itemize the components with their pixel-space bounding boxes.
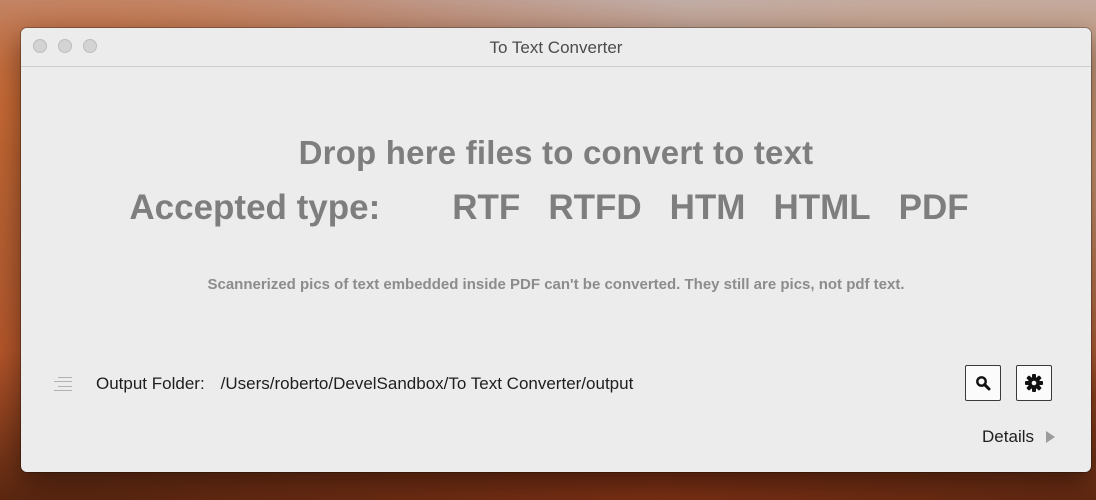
- window-title: To Text Converter: [489, 38, 623, 57]
- pdf-limitation-note: Scannerized pics of text embedded inside…: [207, 276, 905, 293]
- search-button[interactable]: [965, 365, 1001, 401]
- accepted-types-line: Accepted type: RTF RTFD HTM HTML PDF: [21, 188, 1091, 228]
- accepted-types-label: Accepted type:: [129, 188, 381, 227]
- output-folder-path: /Users/roberto/DevelSandbox/To Text Conv…: [220, 374, 634, 393]
- file-type-rtf: RTF: [452, 188, 521, 227]
- file-type-rtfd: RTFD: [548, 188, 642, 227]
- file-type-html: HTML: [773, 188, 871, 227]
- settings-button[interactable]: [1016, 365, 1052, 401]
- drop-zone-headline: Drop here files to convert to text: [298, 134, 814, 171]
- list-icon[interactable]: [54, 377, 72, 391]
- output-folder-label: Output Folder:: [96, 374, 205, 393]
- disclosure-triangle-icon: [1046, 431, 1055, 443]
- details-disclosure[interactable]: Details: [982, 427, 1055, 447]
- file-type-pdf: PDF: [898, 188, 969, 227]
- search-icon: [976, 376, 991, 391]
- title-bar[interactable]: To Text Converter: [21, 28, 1091, 67]
- file-type-htm: HTM: [669, 188, 746, 227]
- app-window: To Text Converter Drop here files to con…: [21, 28, 1091, 472]
- details-label: Details: [982, 427, 1034, 446]
- output-folder-row: Output Folder: /Users/roberto/DevelSandb…: [54, 372, 633, 396]
- gear-icon: [1025, 374, 1043, 392]
